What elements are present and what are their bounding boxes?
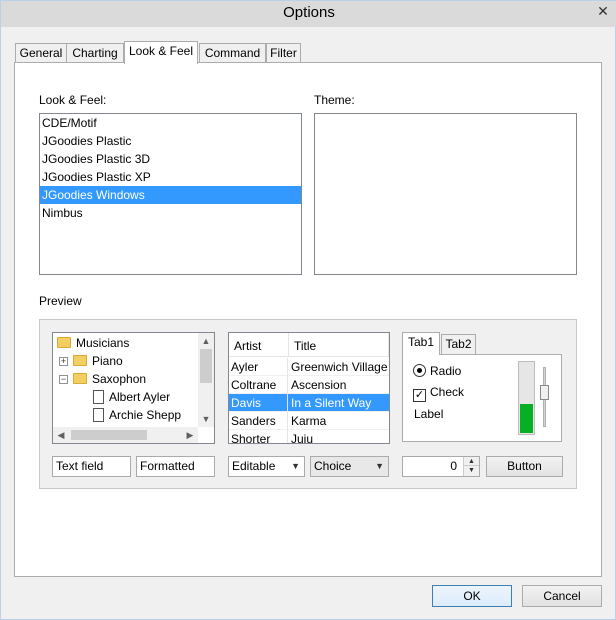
spin-down-icon[interactable]: ▼ xyxy=(464,466,479,475)
table-cell: Sanders xyxy=(230,412,288,430)
scroll-thumb[interactable] xyxy=(200,349,212,383)
table-cell: Greenwich Village xyxy=(291,360,388,374)
file-icon xyxy=(93,408,104,422)
preview-area: Musicians + Piano − Saxophon Albert Ayle… xyxy=(39,319,577,489)
check-box[interactable]: ✓ Check xyxy=(413,385,464,402)
table-row[interactable]: Ayler Greenwich Village xyxy=(229,358,389,376)
table-cell: In a Silent Way xyxy=(291,396,372,410)
choice-combo[interactable]: Choice ▼ xyxy=(310,456,389,477)
table-row[interactable]: Sanders Karma xyxy=(229,412,389,430)
column-header-artist[interactable]: Artist xyxy=(229,333,289,357)
choice-combo-value: Choice xyxy=(314,459,352,473)
list-item[interactable]: JGoodies Plastic 3D xyxy=(40,150,301,168)
list-item-selected[interactable]: JGoodies Windows xyxy=(40,186,301,204)
file-icon xyxy=(93,390,104,404)
options-dialog: Options ✕ General Charting Look & Feel C… xyxy=(0,0,616,620)
tree-horizontal-scrollbar[interactable]: ◀ ▶ xyxy=(53,427,198,443)
collapse-icon[interactable]: − xyxy=(59,375,68,384)
scroll-left-icon[interactable]: ◀ xyxy=(53,427,69,443)
tab-command[interactable]: Command xyxy=(199,43,266,63)
tree-node-albert-ayler[interactable]: Albert Ayler xyxy=(93,388,170,406)
progress-fill xyxy=(520,404,533,433)
theme-label: Theme: xyxy=(314,93,355,107)
table-cell: Davis xyxy=(230,394,288,412)
radio-icon xyxy=(413,364,426,377)
check-label: Check xyxy=(430,385,465,399)
spinner-value: 0 xyxy=(450,459,457,473)
column-header-title[interactable]: Title xyxy=(289,333,389,357)
table-cell: Ayler xyxy=(230,358,288,376)
scroll-down-icon[interactable]: ▼ xyxy=(198,411,214,427)
tab-charting[interactable]: Charting xyxy=(66,43,124,63)
spin-up-icon[interactable]: ▲ xyxy=(464,457,479,466)
list-item[interactable]: JGoodies Plastic XP xyxy=(40,168,301,186)
editable-combo-value: Editable xyxy=(232,459,276,473)
look-and-feel-list[interactable]: CDE/Motif JGoodies Plastic JGoodies Plas… xyxy=(39,113,302,275)
theme-list[interactable] xyxy=(314,113,577,275)
tab-look-and-feel[interactable]: Look & Feel xyxy=(124,41,198,64)
folder-icon xyxy=(73,355,87,366)
list-item[interactable]: JGoodies Plastic xyxy=(40,132,301,150)
table-cell: Coltrane xyxy=(230,376,288,394)
tab-filter[interactable]: Filter xyxy=(266,43,301,63)
slider-thumb[interactable] xyxy=(540,385,549,400)
artist-table[interactable]: Artist Title Ayler Greenwich Village Col… xyxy=(228,332,390,444)
tree-node-piano[interactable]: Piano xyxy=(73,352,123,370)
table-cell: Karma xyxy=(291,414,327,428)
folder-icon xyxy=(73,373,87,384)
tab-general[interactable]: General xyxy=(15,43,67,63)
preview-button[interactable]: Button xyxy=(486,456,563,477)
table-cell: Juju xyxy=(291,432,314,444)
cancel-button[interactable]: Cancel xyxy=(522,585,602,607)
chevron-down-icon[interactable]: ▼ xyxy=(291,457,300,476)
scroll-right-icon[interactable]: ▶ xyxy=(182,427,198,443)
static-label: Label xyxy=(414,407,444,421)
table-cell: Shorter xyxy=(230,430,288,443)
table-row[interactable]: Shorter Juju xyxy=(229,430,389,444)
window-title: Options xyxy=(283,4,335,21)
formatted-field[interactable]: Formatted xyxy=(136,456,215,477)
progress-bar xyxy=(518,361,535,435)
tree-node-musicians[interactable]: Musicians xyxy=(57,334,129,352)
tree-node-archie-shepp[interactable]: Archie Shepp xyxy=(93,406,181,424)
expand-icon[interactable]: + xyxy=(59,357,68,366)
close-icon[interactable]: ✕ xyxy=(596,4,610,18)
musicians-tree[interactable]: Musicians + Piano − Saxophon Albert Ayle… xyxy=(52,332,215,444)
scroll-thumb[interactable] xyxy=(71,430,147,440)
look-and-feel-label: Look & Feel: xyxy=(39,93,107,107)
tree-node-label: Musicians xyxy=(76,336,130,350)
editable-combo[interactable]: Editable ▼ xyxy=(228,456,305,477)
number-spinner[interactable]: 0 ▲ ▼ xyxy=(402,456,480,477)
list-item[interactable]: CDE/Motif xyxy=(40,114,301,132)
tree-vertical-scrollbar[interactable]: ▲ ▼ xyxy=(198,333,214,427)
tree-node-label: Saxophon xyxy=(92,372,147,386)
tab-tab1[interactable]: Tab1 xyxy=(402,332,440,355)
chevron-down-icon[interactable]: ▼ xyxy=(375,457,384,476)
list-item[interactable]: Nimbus xyxy=(40,204,301,222)
title-bar: Options ✕ xyxy=(1,1,616,27)
preview-tab-panel: Radio ✓ Check Label xyxy=(402,354,562,442)
folder-icon xyxy=(57,337,71,348)
radio-button[interactable]: Radio xyxy=(413,364,461,378)
table-row[interactable]: Coltrane Ascension xyxy=(229,376,389,394)
tab-tab2[interactable]: Tab2 xyxy=(441,334,476,354)
tree-node-saxophon[interactable]: Saxophon xyxy=(73,370,146,388)
preview-label: Preview xyxy=(39,294,82,308)
ok-button[interactable]: OK xyxy=(432,585,512,607)
table-cell: Ascension xyxy=(291,378,347,392)
spinner-buttons: ▲ ▼ xyxy=(463,457,479,476)
radio-label: Radio xyxy=(430,364,462,378)
scroll-up-icon[interactable]: ▲ xyxy=(198,333,214,349)
text-field[interactable]: Text field xyxy=(52,456,131,477)
tree-node-label: Piano xyxy=(92,354,123,368)
tree-node-label: Albert Ayler xyxy=(109,390,171,404)
checkmark-icon: ✓ xyxy=(413,389,426,402)
table-row-selected[interactable]: Davis In a Silent Way xyxy=(229,394,389,412)
tree-node-label: Archie Shepp xyxy=(109,408,182,422)
